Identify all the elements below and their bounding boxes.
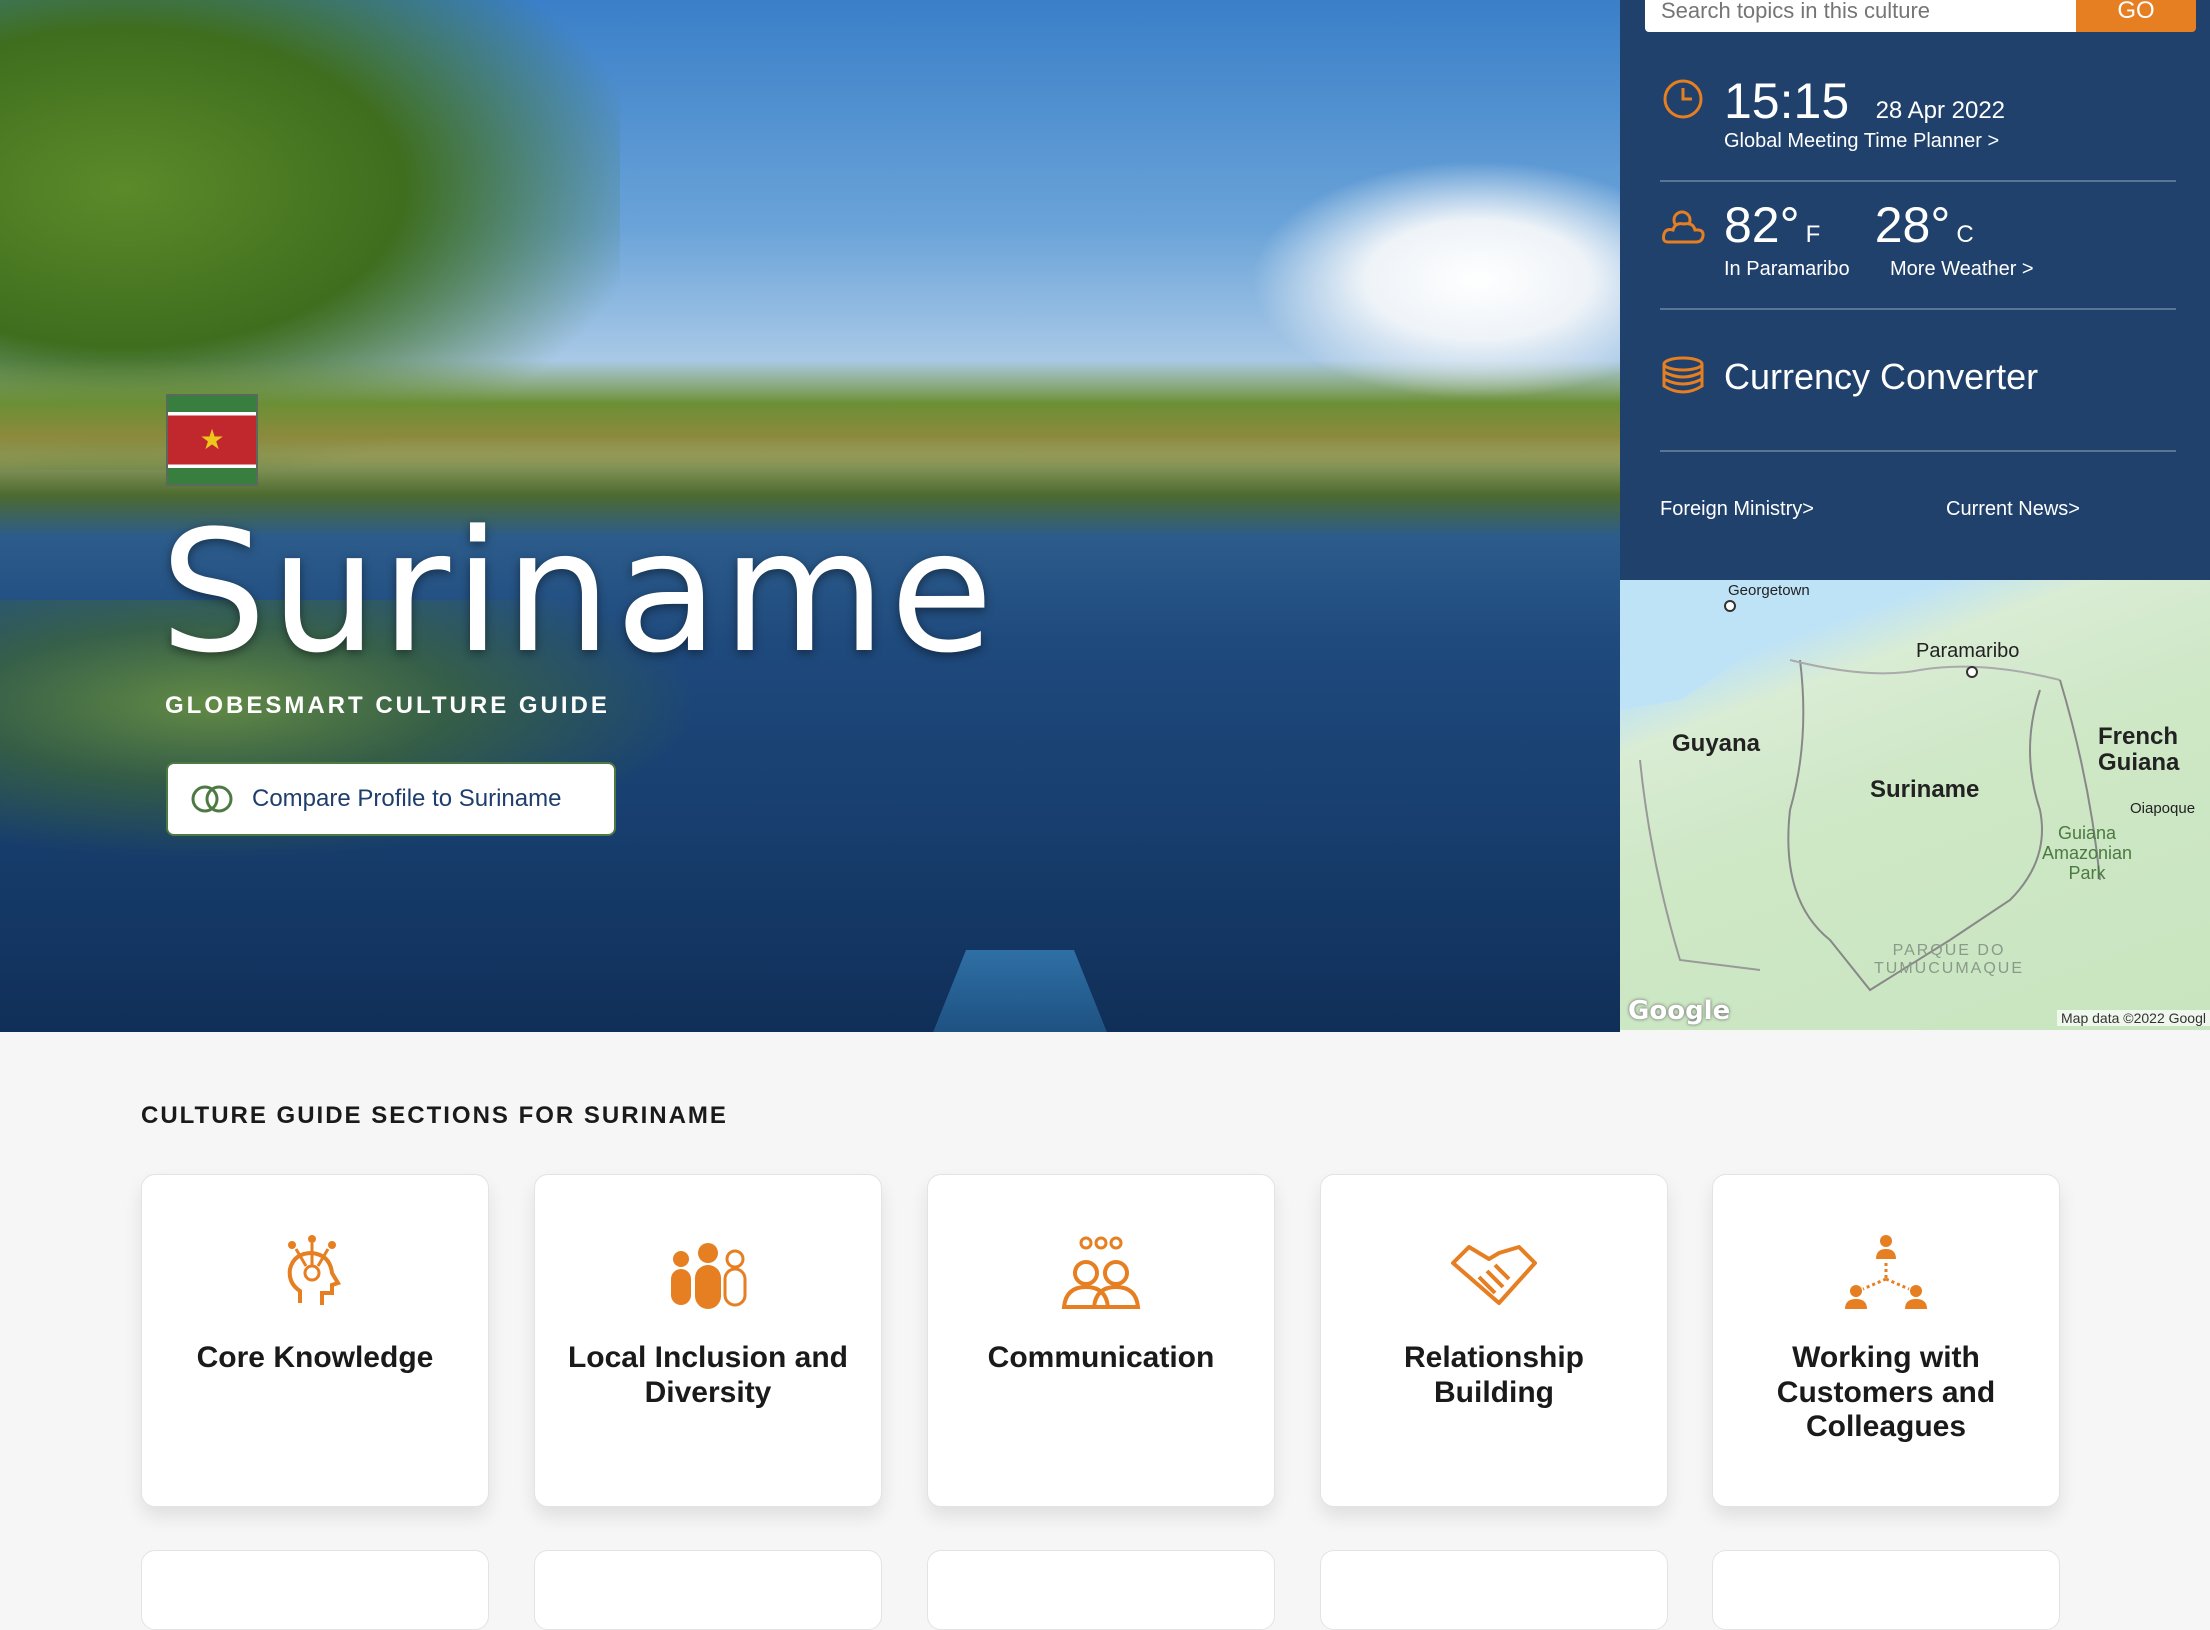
section-card-label: Local Inclusion and Diversity xyxy=(567,1341,849,1409)
head-idea-icon xyxy=(287,1235,341,1305)
map-label-suriname: Suriname xyxy=(1870,776,1980,803)
unit-f: F xyxy=(1805,221,1821,248)
panel-divider xyxy=(1660,180,2176,182)
map-label-tumucumaque: PARQUE DO TUMUCUMAQUE xyxy=(1874,942,2024,977)
section-card-core-knowledge[interactable]: Core Knowledge xyxy=(141,1174,489,1507)
panel-divider xyxy=(1660,308,2176,310)
section-card-label: Communication xyxy=(987,1341,1215,1374)
currency-converter-link[interactable]: Currency Converter xyxy=(1724,356,2210,398)
section-card-label: Core Knowledge xyxy=(196,1341,434,1374)
map-label-paramaribo: Paramaribo xyxy=(1916,640,2020,662)
current-news-link[interactable]: Current News> xyxy=(1946,498,2210,521)
guide-subtitle: GLOBESMART CULTURE GUIDE xyxy=(165,692,610,719)
georgetown-marker xyxy=(1724,600,1736,612)
section-card-local-inclusion[interactable]: Local Inclusion and Diversity xyxy=(534,1174,882,1507)
local-time: 15:15 xyxy=(1724,73,1850,129)
map-label-georgetown: Georgetown xyxy=(1728,582,1810,599)
local-date: 28 Apr 2022 xyxy=(1875,97,2006,124)
compare-profile-label: Compare Profile to Suriname xyxy=(252,785,562,812)
paramaribo-marker xyxy=(1966,666,1978,678)
hero-banner: ★ Suriname GLOBESMART CULTURE GUIDE Comp… xyxy=(0,0,1620,1032)
info-panel: GO 15:15 28 Apr 2022 Global Meeting Time… xyxy=(1620,0,2210,580)
coins-icon xyxy=(1662,356,1704,394)
sections-heading: CULTURE GUIDE SECTIONS FOR SURINAME xyxy=(141,1102,728,1129)
search-go-button[interactable]: GO xyxy=(2076,0,2196,32)
section-card-working-with-customers[interactable]: Working with Customers and Colleagues xyxy=(1712,1174,2060,1507)
section-card-row2[interactable] xyxy=(927,1550,1275,1630)
section-card-relationship-building[interactable]: Relationship Building xyxy=(1320,1174,1668,1507)
temp-fahrenheit: 82° xyxy=(1724,197,1800,253)
section-card-label: Relationship Building xyxy=(1403,1341,1584,1409)
section-card-row2[interactable] xyxy=(534,1550,882,1630)
section-card-row2[interactable] xyxy=(1320,1550,1668,1630)
unit-c: C xyxy=(1956,221,1974,248)
compare-circles-icon xyxy=(191,785,233,813)
clock-icon xyxy=(1663,79,1703,119)
speaking-people-icon xyxy=(1061,1236,1141,1309)
hero-clouds xyxy=(1250,160,1620,400)
meeting-planner-link[interactable]: Global Meeting Time Planner > xyxy=(1724,130,2210,153)
section-card-communication[interactable]: Communication xyxy=(927,1174,1275,1507)
map-label-guyana: Guyana xyxy=(1672,730,1761,757)
more-weather-link[interactable]: More Weather > xyxy=(1890,258,2210,281)
map-label-oiapoque: Oiapoque xyxy=(2130,800,2196,817)
handshake-icon xyxy=(1451,1245,1537,1305)
compare-profile-button[interactable]: Compare Profile to Suriname xyxy=(166,762,616,836)
flag-star: ★ xyxy=(199,424,225,455)
section-card-row2[interactable] xyxy=(1712,1550,2060,1630)
map-label-french-guiana: French Guiana xyxy=(2098,723,2180,777)
country-map[interactable]: Georgetown Paramaribo Guyana Suriname Fr… xyxy=(1620,580,2210,1030)
search-input[interactable] xyxy=(1645,0,2077,32)
section-card-label: Working with Customers and Colleagues xyxy=(1776,1341,1996,1443)
people-group-icon xyxy=(671,1243,747,1309)
map-label-park: Guiana Amazonian Park xyxy=(2042,823,2133,883)
suriname-flag-icon: ★ xyxy=(166,394,258,486)
map-attribution: Map data ©2022 Googl xyxy=(2057,1010,2210,1026)
network-people-icon xyxy=(1845,1235,1927,1309)
weather-icon xyxy=(1662,210,1705,244)
google-logo: Google xyxy=(1628,996,1731,1026)
section-card-row2[interactable] xyxy=(141,1550,489,1630)
panel-divider xyxy=(1660,450,2176,452)
temp-celsius: 28° xyxy=(1874,197,1951,253)
hero-boat-bow xyxy=(930,950,1110,1032)
country-title: Suriname xyxy=(160,494,998,690)
